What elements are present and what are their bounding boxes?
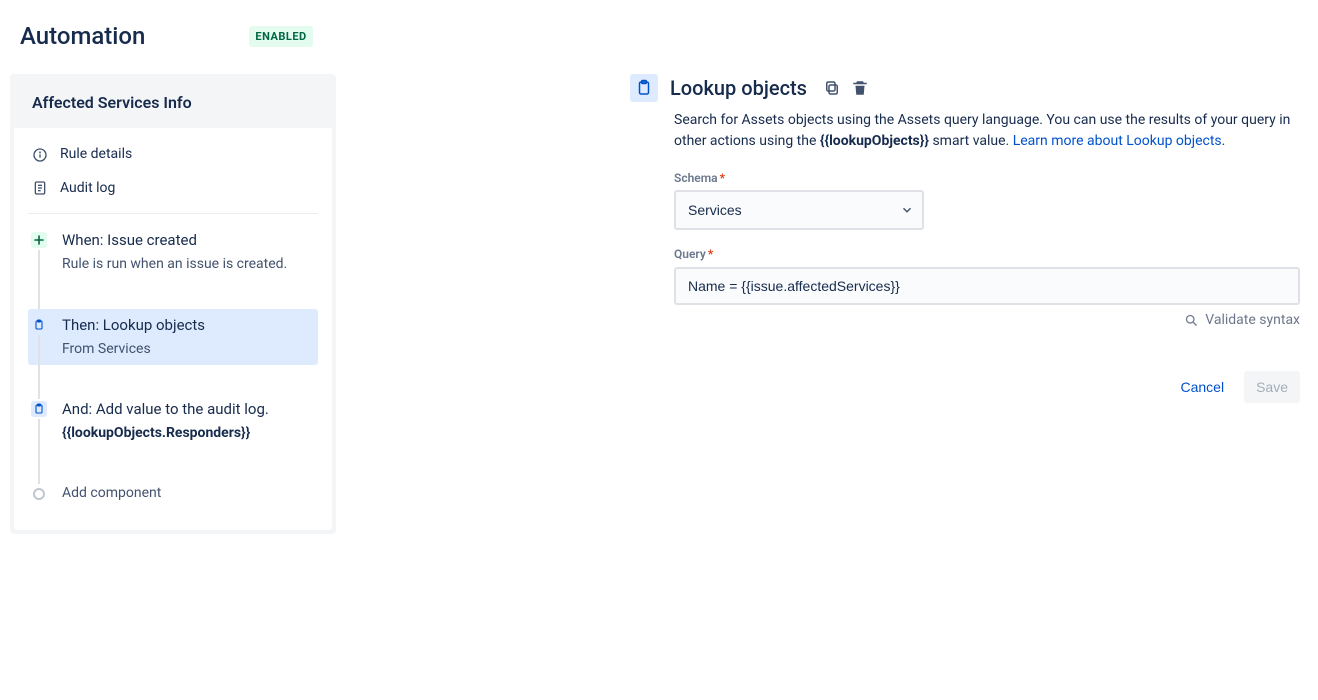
validate-syntax-button[interactable]: Validate syntax [674,311,1300,331]
cancel-button[interactable]: Cancel [1168,371,1236,403]
audit-log-link[interactable]: Audit log [28,172,318,206]
step-trigger-subtitle: Rule is run when an issue is created. [62,255,306,275]
rule-details-label: Rule details [60,145,132,165]
step-audit-smart-value: {{lookupObjects.Responders}} [62,425,250,441]
audit-log-label: Audit log [60,179,115,199]
learn-more-link[interactable]: Learn more about Lookup objects [1013,133,1222,149]
step-lookup-subtitle: From Services [62,340,306,360]
step-audit-title: And: Add value to the audit log. [62,399,306,420]
query-label: Query* [674,246,1300,263]
page-title: Automation [20,20,145,54]
add-component-button[interactable]: Add component [28,478,318,514]
copy-button[interactable] [823,79,841,97]
step-audit-log[interactable]: And: Add value to the audit log. {{looku… [28,393,318,450]
schema-label: Schema* [674,170,1300,187]
detail-description: Search for Assets objects using the Asse… [674,110,1300,152]
clipboard-icon [31,317,47,333]
info-icon [32,147,48,163]
validate-syntax-label: Validate syntax [1205,311,1300,331]
rule-card: Affected Services Info Rule details Audi… [10,74,336,534]
status-badge-enabled: ENABLED [249,26,312,47]
query-input[interactable] [674,267,1300,305]
save-button[interactable]: Save [1244,371,1300,403]
step-trigger-title: When: Issue created [62,230,306,251]
step-lookup-title: Then: Lookup objects [62,315,306,336]
plus-icon [31,232,47,248]
log-icon [32,180,48,196]
clipboard-icon [31,401,47,417]
rule-name: Affected Services Info [14,78,332,128]
schema-select[interactable] [674,190,924,230]
detail-panel: Lookup objects Search for Assets objects… [630,74,1300,403]
detail-title: Lookup objects [670,74,807,102]
delete-button[interactable] [851,79,869,97]
add-component-label: Add component [62,484,306,504]
add-circle-icon [33,488,45,500]
clipboard-icon [630,74,658,102]
search-icon [1184,313,1199,328]
step-lookup-objects[interactable]: Then: Lookup objects From Services [28,309,318,366]
rule-details-link[interactable]: Rule details [28,138,318,172]
step-trigger[interactable]: When: Issue created Rule is run when an … [28,224,318,281]
